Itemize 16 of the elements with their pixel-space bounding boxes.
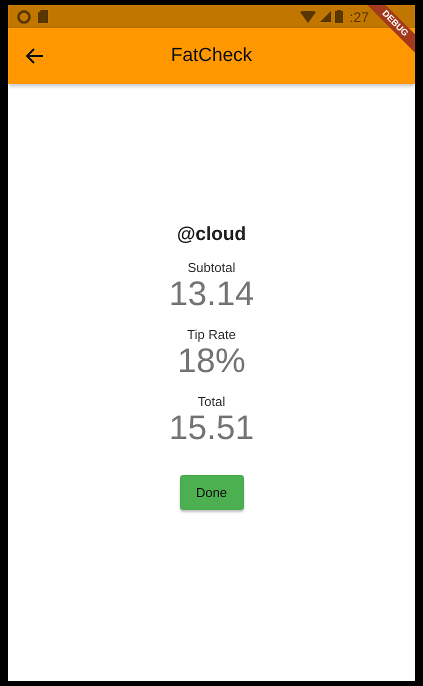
field-value: 18%	[177, 342, 246, 380]
field-value: 15.51	[168, 409, 254, 447]
app-title: FatCheck	[170, 45, 254, 67]
signal-icon	[320, 11, 331, 22]
sd-card-icon	[38, 10, 48, 23]
field-label: Tip Rate	[187, 327, 236, 342]
status-time: :27	[350, 8, 369, 24]
field-value: 13.14	[168, 275, 254, 313]
field-label: Total	[198, 394, 226, 409]
wifi-icon	[300, 10, 316, 22]
battery-icon	[334, 10, 343, 23]
back-arrow-icon	[26, 48, 44, 64]
circle-icon	[17, 10, 31, 24]
field-label: Subtotal	[188, 260, 236, 275]
username: @cloud	[176, 224, 246, 246]
done-button[interactable]: Done	[180, 475, 244, 510]
